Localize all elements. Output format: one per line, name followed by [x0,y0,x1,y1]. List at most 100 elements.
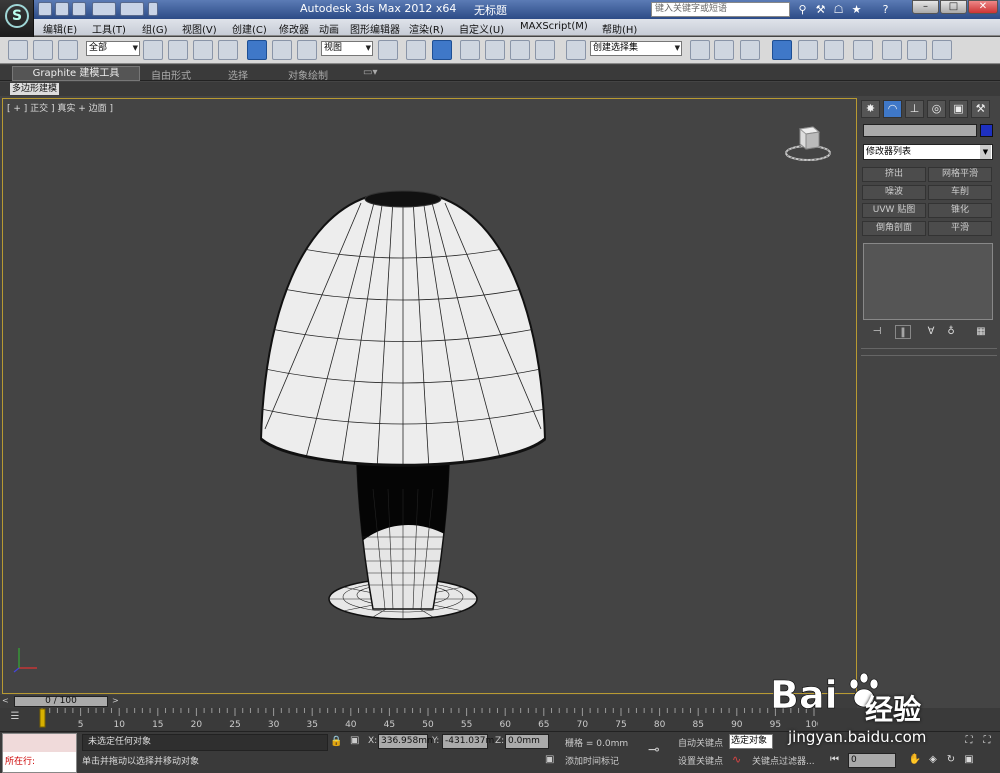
lathe-button[interactable]: 车削 [928,185,992,200]
redo-icon[interactable] [120,2,144,16]
hierarchy-tab-icon[interactable]: ⊥ [905,100,924,118]
menu-modifiers[interactable]: 修改器 [279,21,309,36]
rectangle-selection-icon[interactable] [193,40,213,60]
window-crossing-icon[interactable] [218,40,238,60]
bevel-profile-button[interactable]: 倒角剖面 [862,221,926,236]
viewport-label[interactable]: [ + ] 正交 ] 真实 + 边面 ] [7,101,113,114]
selection-filter-dropdown[interactable]: 全部 [86,41,140,56]
material-editor-icon[interactable] [853,40,873,60]
set-key-button[interactable]: 设置关键点 [678,754,723,767]
menu-graph-editors[interactable]: 图形编辑器 [350,21,400,36]
close-button[interactable]: ✕ [968,0,998,14]
app-logo-button[interactable]: S [0,0,34,38]
menu-create[interactable]: 创建(C) [232,21,267,36]
meshsmooth-button[interactable]: 网格平滑 [928,167,992,182]
pin-stack-icon[interactable]: ⊣ [869,325,885,339]
lock-selection-icon[interactable]: 🔒 [330,736,342,747]
rendered-frame-window-icon[interactable] [907,40,927,60]
unlink-icon[interactable] [33,40,53,60]
tools-icon[interactable]: ⚒ [813,2,828,17]
menu-maxscript[interactable]: MAXScript(M) [520,21,588,32]
ribbon-options-icon[interactable]: ▭▾ [363,67,377,78]
create-tab-icon[interactable]: ✸ [861,100,880,118]
open-file-icon[interactable] [55,2,69,16]
menu-tools[interactable]: 工具(T) [92,21,126,36]
current-frame-field[interactable]: 0 [848,753,896,768]
time-next-icon[interactable]: > [112,696,122,707]
z-coordinate-field[interactable]: 0.0mm [505,734,549,749]
bind-space-warp-icon[interactable] [58,40,78,60]
undo-icon[interactable] [92,2,116,16]
menu-rendering[interactable]: 渲染(R) [409,21,444,36]
menu-customize[interactable]: 自定义(U) [459,21,504,36]
menu-group[interactable]: 组(G) [142,21,168,36]
mirror-icon[interactable] [690,40,710,60]
tab-freeform[interactable]: 自由形式 [151,67,191,82]
select-and-scale-icon[interactable] [297,40,317,60]
manipulate-icon[interactable] [406,40,426,60]
reference-coordinate-dropdown[interactable]: 视图 [321,41,373,56]
maxscript-listener[interactable]: 所在行: [2,733,77,773]
add-time-tag[interactable]: 添加时间标记 [565,754,619,767]
lamp-model[interactable] [243,189,563,629]
layer-manager-icon[interactable] [740,40,760,60]
minimize-button[interactable]: – [912,0,939,14]
tab-selection[interactable]: 选择 [228,67,248,82]
viewcube-icon[interactable] [783,121,833,165]
graphite-toggle-icon[interactable] [772,40,792,60]
mini-curve-editor-icon[interactable]: ☰ [6,711,24,727]
search-input[interactable]: 键入关键字或短语 [651,2,790,17]
perspective-viewport[interactable]: [ + ] 正交 ] 真实 + 边面 ] [2,98,857,694]
object-name-input[interactable] [863,124,977,137]
modifier-stack[interactable] [863,243,993,320]
menu-views[interactable]: 视图(V) [182,21,217,36]
object-color-swatch[interactable] [980,124,993,137]
edit-named-selection-icon[interactable] [566,40,586,60]
x-coordinate-field[interactable]: 336.958mm [378,734,436,749]
select-by-name-icon[interactable] [168,40,188,60]
render-setup-icon[interactable] [882,40,902,60]
maximize-button[interactable]: □ [940,0,967,14]
help-icon[interactable]: ? [878,2,893,17]
smooth-button[interactable]: 平滑 [928,221,992,236]
uvw-map-button[interactable]: UVW 贴图 [862,203,926,218]
render-production-icon[interactable] [932,40,952,60]
configure-modifier-sets-icon[interactable]: ▦ [973,325,989,339]
percent-snap-icon[interactable] [510,40,530,60]
show-end-result-icon[interactable]: ‖ [895,325,911,339]
menu-animation[interactable]: 动画 [319,21,339,36]
walk-through-icon[interactable]: ◈ [926,753,940,767]
key-mode-icon[interactable]: ∿ [732,753,741,766]
playback-controls-icon[interactable]: ⏮ [830,754,839,765]
panel-label-polygon-modeling[interactable]: 多边形建模 [10,83,60,95]
menu-help[interactable]: 帮助(H) [602,21,637,36]
key-selection-dropdown[interactable]: 选定对象 [729,734,773,749]
tab-graphite-modeling[interactable]: Graphite 建模工具 [12,66,140,81]
display-tab-icon[interactable]: ▣ [949,100,968,118]
snaps-toggle-icon[interactable] [460,40,480,60]
key-filters-button[interactable]: 关键点过滤器... [752,754,815,767]
time-slider-thumb[interactable]: 0 / 100 [14,696,108,707]
menu-edit[interactable]: 编辑(E) [43,21,77,36]
named-selection-dropdown[interactable]: 创建选择集 [590,41,682,56]
favorites-icon[interactable]: ★ [849,2,864,17]
select-and-move-icon[interactable] [247,40,267,60]
auto-key-button[interactable]: 自动关键点 [678,736,723,749]
quick-access-dropdown-icon[interactable] [148,2,158,16]
curve-editor-icon[interactable] [798,40,818,60]
frame-ruler[interactable]: 5101520253035404550556065707580859095100 [38,708,818,731]
spinner-snap-icon[interactable] [535,40,555,60]
pivot-center-icon[interactable] [378,40,398,60]
modify-tab-icon[interactable]: ◠ [883,100,902,118]
modifier-list-dropdown[interactable]: 修改器列表 [863,144,993,160]
orbit-icon[interactable]: ↻ [944,753,958,767]
select-and-rotate-icon[interactable] [272,40,292,60]
binoculars-icon[interactable]: ⚲ [795,2,810,17]
extrude-button[interactable]: 挤出 [862,167,926,182]
link-icon[interactable] [8,40,28,60]
noise-button[interactable]: 噪波 [862,185,926,200]
schematic-view-icon[interactable] [824,40,844,60]
taper-button[interactable]: 锥化 [928,203,992,218]
utilities-tab-icon[interactable]: ⚒ [971,100,990,118]
time-slider[interactable]: < 0 / 100 > [0,695,857,708]
